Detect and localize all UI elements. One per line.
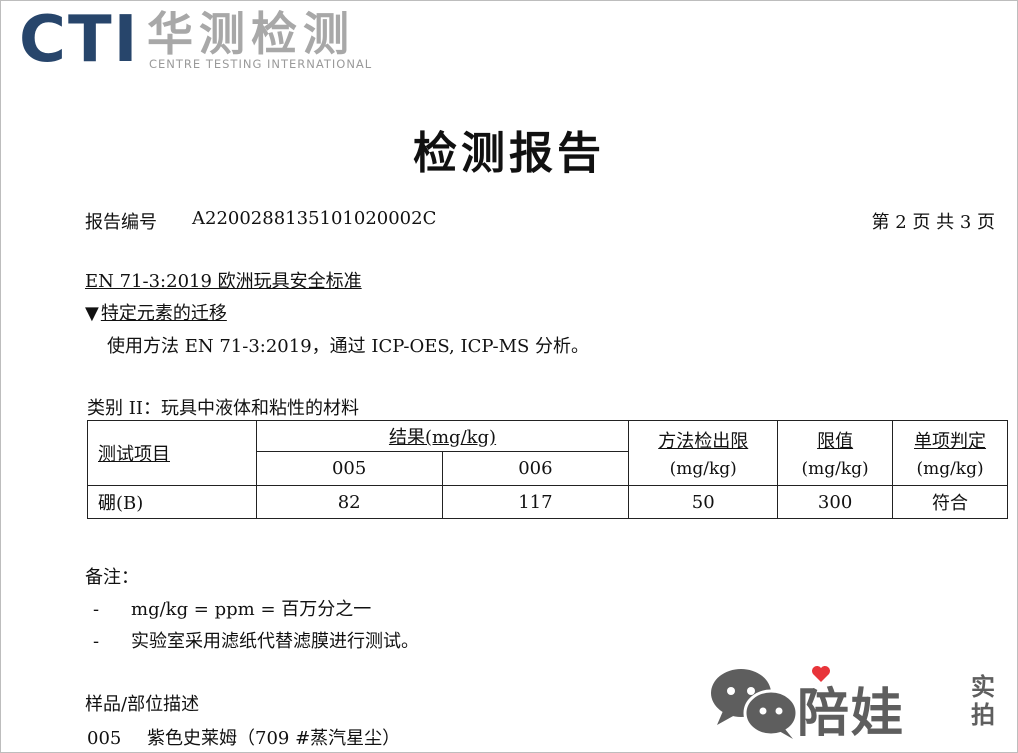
standard-heading: EN 71-3:2019 欧洲玩具安全标准 [85, 271, 362, 292]
note-dash: - [93, 599, 100, 620]
sample-row: 005 紫色史莱姆（709 #蒸汽星尘） [87, 724, 400, 750]
sample-code: 005 [87, 728, 122, 749]
page-indicator: 第 2 页 共 3 页 [871, 212, 995, 233]
watermark-side-text: 实拍 [971, 673, 995, 729]
logo-brand: CTI [19, 3, 140, 77]
sample-description: 紫色史莱姆（709 #蒸汽星尘） [147, 728, 401, 749]
header-result: 结果(mg/kg) [255, 420, 630, 452]
triangle-down-icon: ▼ [85, 303, 99, 324]
table-row: 硼(B) 82 117 50 300 符合 [87, 485, 1008, 519]
note-item: - mg/kg = ppm = 百万分之一 [93, 595, 371, 621]
header-limit-unit: (mg/kg) [801, 459, 869, 479]
note-text: mg/kg = ppm = 百万分之一 [131, 599, 372, 620]
note-dash: - [93, 631, 100, 652]
logo-en-name: CENTRE TESTING INTERNATIONAL [149, 57, 373, 71]
note-item: - 实验室采用滤纸代替滤膜进行测试。 [93, 627, 419, 653]
subsection-title: 特定元素的迁移 [100, 303, 227, 324]
cell-result-006: 117 [441, 485, 630, 519]
header-mdl: 方法检出限 (mg/kg) [628, 420, 779, 486]
header-judge-unit: (mg/kg) [916, 459, 984, 479]
note-text: 实验室采用滤纸代替滤膜进行测试。 [131, 631, 419, 652]
header-sample-006: 006 [441, 451, 630, 486]
cell-limit: 300 [777, 485, 894, 519]
cell-result-005: 82 [255, 485, 443, 519]
header-sample-005: 005 [255, 451, 443, 486]
cell-mdl: 50 [628, 485, 779, 519]
watermark: 陪娃 实拍 [709, 663, 1009, 744]
header-mdl-label: 方法检出限 [658, 431, 749, 452]
logo-cn-name: 华测检测 [147, 7, 355, 61]
header-limit: 限值 (mg/kg) [777, 420, 894, 486]
header-test-item: 测试项目 [87, 420, 257, 486]
cell-item: 硼(B) [87, 485, 257, 519]
report-number-label: 报告编号 [85, 212, 157, 233]
chat-bubbles-icon [711, 669, 799, 739]
header-judge: 单项判定 (mg/kg) [892, 420, 1008, 486]
method-text: 使用方法 EN 71-3:2019，通过 ICP-OES, ICP-MS 分析。 [107, 336, 590, 357]
document-frame: CTI 华测检测 CENTRE TESTING INTERNATIONAL 检测… [0, 0, 1018, 753]
results-table: 测试项目 结果(mg/kg) 方法检出限 (mg/kg) 限值 (mg/kg) … [87, 420, 1008, 519]
category-text: 类别 II：玩具中液体和粘性的材料 [87, 398, 359, 419]
header-judge-label: 单项判定 [914, 431, 987, 452]
cell-judge: 符合 [892, 485, 1008, 519]
header-mdl-unit: (mg/kg) [669, 459, 737, 479]
watermark-text: 陪娃 [797, 684, 906, 744]
report-number: A2200288135101020002C [192, 208, 437, 229]
subsection-heading: ▼ 特定元素的迁移 [85, 299, 227, 325]
sample-title: 样品/部位描述 [85, 694, 200, 715]
document-title: 检测报告 [413, 128, 605, 179]
header-limit-label: 限值 [817, 431, 854, 452]
notes-title: 备注： [85, 567, 139, 588]
